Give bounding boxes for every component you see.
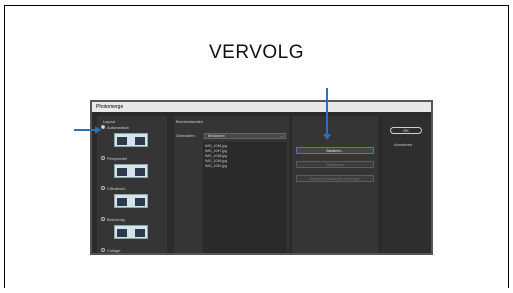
thumb-automatisch[interactable]	[114, 133, 148, 147]
radio-perspectief-label: Perspectief	[107, 156, 128, 161]
radio-cilindrisch[interactable]	[101, 186, 105, 190]
slide-title: VERVOLG	[208, 42, 305, 63]
list-item[interactable]: IMG_1046.jpg	[205, 144, 227, 148]
cancel-button[interactable]: Annuleren	[394, 142, 412, 147]
radio-bolvormig[interactable]	[101, 217, 105, 221]
chevron-down-icon: ⌄	[280, 134, 283, 138]
photomerge-dialog: Photomerge Layout Automatisch Perspectie…	[90, 100, 433, 255]
source-files-panel: Bronbestanden Gebruiken: Bestanden ⌄ IMG…	[174, 116, 289, 253]
use-select-value: Bestanden	[208, 134, 225, 138]
radio-perspectief[interactable]	[101, 156, 105, 160]
layout-heading: Layout	[103, 119, 116, 124]
radio-automatisch-label: Automatisch	[107, 125, 130, 130]
layout-panel: Layout Automatisch Perspectief Cilindris…	[97, 116, 167, 253]
list-item[interactable]: IMG_1051.jpg	[205, 164, 227, 168]
thumb-bolvormig[interactable]	[114, 225, 148, 239]
thumb-cilindrisch[interactable]	[114, 194, 148, 208]
use-label: Gebruiken:	[176, 133, 196, 138]
dialog-title: Photomerge	[92, 102, 431, 112]
annotation-arrow-down-head	[323, 134, 331, 140]
radio-cilindrisch-label: Cilindrisch	[107, 186, 126, 191]
radio-bolvormig-label: Bolvormig	[107, 217, 125, 222]
browse-button[interactable]: Bladeren...	[296, 147, 374, 154]
list-item[interactable]: IMG_1049.jpg	[205, 159, 227, 163]
list-item[interactable]: IMG_1047.jpg	[205, 149, 227, 153]
confirm-panel: OK Annuleren	[382, 116, 430, 253]
annotation-arrow-right-head	[95, 126, 101, 134]
annotation-arrow-right	[74, 129, 96, 131]
annotation-arrow-down	[326, 88, 328, 136]
radio-automatisch[interactable]	[101, 125, 105, 129]
radio-collage[interactable]	[101, 248, 105, 252]
file-list[interactable]: IMG_1046.jpg IMG_1047.jpg IMG_1048.jpg I…	[203, 142, 287, 253]
radio-collage-label: Collage	[107, 248, 121, 253]
ok-button[interactable]: OK	[390, 127, 422, 134]
actions-panel: Bladeren... Verwijderen Geopende bestand…	[292, 116, 378, 253]
source-heading: Bronbestanden	[176, 119, 204, 124]
add-open-files-button[interactable]: Geopende bestanden toevoegen	[296, 175, 374, 182]
remove-button[interactable]: Verwijderen	[296, 161, 374, 168]
thumb-perspectief[interactable]	[114, 164, 148, 178]
list-item[interactable]: IMG_1048.jpg	[205, 154, 227, 158]
use-select[interactable]: Bestanden ⌄	[204, 133, 286, 139]
